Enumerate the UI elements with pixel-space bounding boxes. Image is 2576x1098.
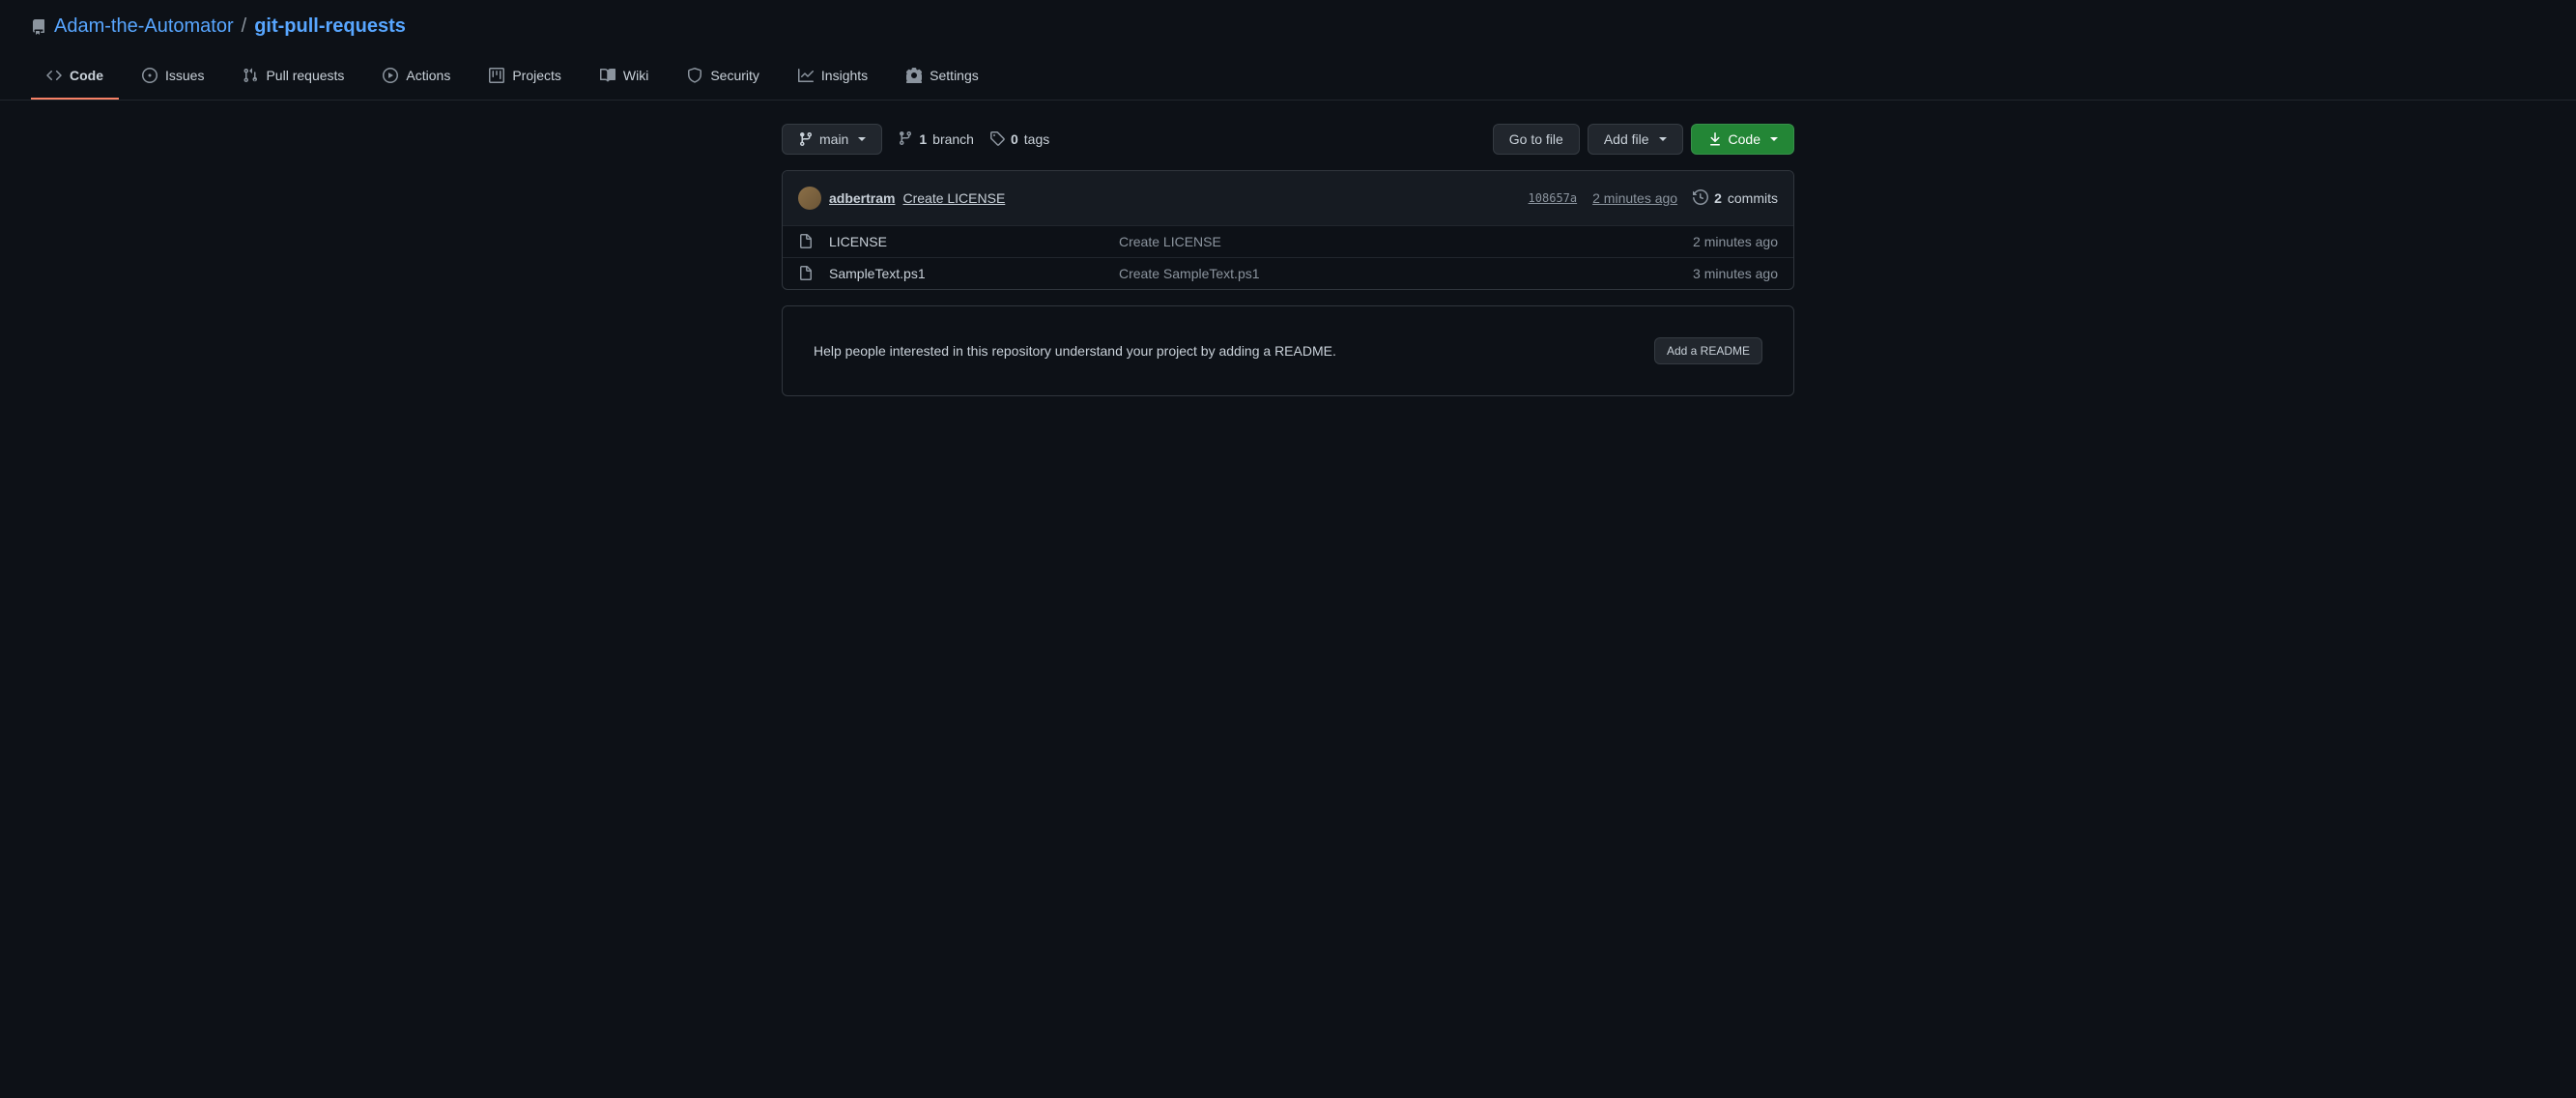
- tab-projects[interactable]: Projects: [473, 53, 577, 100]
- go-to-file-button[interactable]: Go to file: [1493, 124, 1580, 155]
- commits-label: commits: [1728, 190, 1778, 206]
- commit-header: adbertram Create LICENSE 108657a 2 minut…: [783, 171, 1793, 226]
- file-name-cell: SampleText.ps1: [829, 266, 1119, 281]
- commit-info: adbertram Create LICENSE: [798, 187, 1005, 210]
- commits-count: 2: [1714, 190, 1722, 206]
- shield-icon: [687, 68, 702, 83]
- file-row: SampleText.ps1 Create SampleText.ps1 3 m…: [783, 258, 1793, 289]
- chevron-down-icon: [1770, 137, 1778, 141]
- readme-prompt: Help people interested in this repositor…: [782, 305, 1794, 396]
- branch-name: main: [819, 130, 848, 149]
- file-commit-link[interactable]: Create LICENSE: [1119, 234, 1221, 249]
- commit-time-link[interactable]: 2 minutes ago: [1592, 190, 1677, 206]
- breadcrumb-separator: /: [242, 15, 247, 38]
- commit-message-link[interactable]: Create LICENSE: [902, 190, 1005, 206]
- tab-code[interactable]: Code: [31, 53, 119, 100]
- commit-author-link[interactable]: adbertram: [829, 190, 895, 206]
- commits-link[interactable]: 2 commits: [1693, 189, 1778, 208]
- gear-icon: [906, 68, 922, 83]
- branch-icon: [798, 131, 814, 147]
- graph-icon: [798, 68, 814, 83]
- repo-nav: Code Issues Pull requests Actions Projec…: [0, 53, 2576, 101]
- file-time: 2 minutes ago: [1693, 234, 1778, 249]
- add-file-label: Add file: [1604, 130, 1649, 149]
- actions-icon: [383, 68, 398, 83]
- file-time: 3 minutes ago: [1693, 266, 1778, 281]
- tab-issues[interactable]: Issues: [127, 53, 219, 100]
- tab-label: Settings: [930, 61, 979, 90]
- repo-icon: [31, 19, 46, 35]
- tab-label: Code: [70, 61, 103, 90]
- tab-settings[interactable]: Settings: [891, 53, 994, 100]
- tag-label: tags: [1024, 131, 1049, 147]
- tab-label: Wiki: [623, 61, 648, 90]
- readme-help-text: Help people interested in this repositor…: [814, 343, 1336, 359]
- file-row: LICENSE Create LICENSE 2 minutes ago: [783, 226, 1793, 258]
- tab-label: Projects: [512, 61, 561, 90]
- code-download-button[interactable]: Code: [1691, 124, 1794, 155]
- tab-label: Issues: [165, 61, 204, 90]
- file-message-cell: Create SampleText.ps1: [1119, 266, 1693, 281]
- file-icon: [798, 234, 814, 249]
- file-listing: adbertram Create LICENSE 108657a 2 minut…: [782, 170, 1794, 290]
- code-button-label: Code: [1729, 130, 1760, 149]
- commit-meta: 108657a 2 minutes ago 2 commits: [1529, 189, 1778, 208]
- tag-icon: [989, 130, 1005, 149]
- repo-toolbar: main 1 branch 0 tags Go to file Add: [782, 124, 1794, 155]
- owner-link[interactable]: Adam-the-Automator: [54, 15, 234, 38]
- branch-label: branch: [932, 131, 974, 147]
- file-link[interactable]: LICENSE: [829, 234, 887, 249]
- file-name-cell: LICENSE: [829, 234, 1119, 249]
- add-file-button[interactable]: Add file: [1588, 124, 1683, 155]
- download-icon: [1707, 131, 1723, 147]
- tab-label: Security: [710, 61, 759, 90]
- repo-link[interactable]: git-pull-requests: [254, 15, 406, 38]
- file-commit-link[interactable]: Create SampleText.ps1: [1119, 266, 1260, 281]
- main-container: main 1 branch 0 tags Go to file Add: [766, 101, 1810, 419]
- chevron-down-icon: [1659, 137, 1667, 141]
- issues-icon: [142, 68, 157, 83]
- avatar[interactable]: [798, 187, 821, 210]
- file-icon: [798, 266, 814, 281]
- chevron-down-icon: [858, 137, 866, 141]
- branch-icon: [898, 130, 913, 149]
- branch-selector[interactable]: main: [782, 124, 882, 155]
- pull-request-icon: [243, 68, 258, 83]
- breadcrumb: Adam-the-Automator / git-pull-requests: [54, 15, 406, 38]
- history-icon: [1693, 189, 1708, 208]
- toolbar-right: Go to file Add file Code: [1493, 124, 1794, 155]
- tab-wiki[interactable]: Wiki: [585, 53, 664, 100]
- branches-link[interactable]: 1 branch: [898, 130, 974, 149]
- tab-label: Pull requests: [266, 61, 344, 90]
- tab-insights[interactable]: Insights: [783, 53, 883, 100]
- repo-header: Adam-the-Automator / git-pull-requests: [0, 0, 2576, 53]
- add-readme-button[interactable]: Add a README: [1654, 337, 1762, 364]
- file-link[interactable]: SampleText.ps1: [829, 266, 926, 281]
- branch-count: 1: [919, 131, 927, 147]
- toolbar-left: main 1 branch 0 tags: [782, 124, 1049, 155]
- tab-actions[interactable]: Actions: [367, 53, 466, 100]
- code-icon: [46, 68, 62, 83]
- tab-pull-requests[interactable]: Pull requests: [227, 53, 359, 100]
- tab-security[interactable]: Security: [672, 53, 775, 100]
- wiki-icon: [600, 68, 615, 83]
- commit-sha-link[interactable]: 108657a: [1529, 191, 1578, 205]
- tab-label: Insights: [821, 61, 868, 90]
- tab-label: Actions: [406, 61, 450, 90]
- tag-count: 0: [1011, 131, 1018, 147]
- tags-link[interactable]: 0 tags: [989, 130, 1049, 149]
- projects-icon: [489, 68, 504, 83]
- file-message-cell: Create LICENSE: [1119, 234, 1693, 249]
